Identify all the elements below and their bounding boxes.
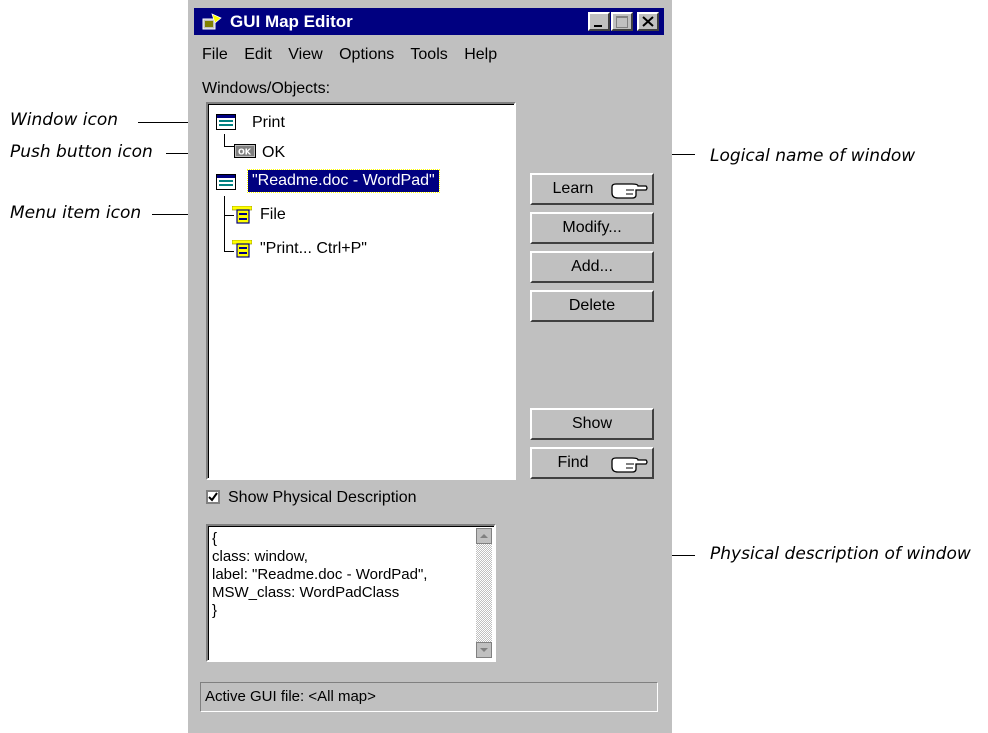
tree-item-file[interactable]: File [260,206,286,224]
windows-objects-label: Windows/Objects: [202,80,331,97]
objects-tree[interactable] [206,102,516,480]
vertical-scrollbar[interactable] [476,528,492,658]
menu-help[interactable]: Help [464,46,497,63]
show-physical-label[interactable]: Show Physical Description [228,489,417,507]
menu-view[interactable]: View [288,46,322,63]
tree-item-print[interactable]: Print [252,114,285,132]
tree-item-readme-selected[interactable]: "Readme.doc - WordPad" [247,169,440,193]
modify-button[interactable]: Modify... [530,212,654,244]
checkmark-icon [208,492,218,502]
tree-item-print-ctrl-p[interactable]: "Print... Ctrl+P" [260,240,367,258]
app-icon [202,13,222,30]
scroll-down-button[interactable] [476,642,492,658]
maximize-icon [616,16,628,28]
physical-line: MSW_class: WordPadClass [212,584,400,601]
menu-item-icon [232,240,252,258]
physical-line: { [212,530,218,547]
callout-physical-description: Physical description of window [710,544,971,564]
pointing-hand-icon [611,183,648,199]
menu-tools[interactable]: Tools [410,46,447,63]
window-icon [216,114,236,130]
tree-item-ok[interactable]: OK [262,144,285,162]
show-button[interactable]: Show [530,408,654,440]
minimize-icon [594,25,602,27]
close-icon [642,16,654,27]
scroll-up-button[interactable] [476,528,492,544]
pointing-hand-icon [611,457,648,473]
window-icon [216,174,236,190]
menu-edit[interactable]: Edit [244,46,272,63]
callout-logical-name: Logical name of window [710,146,916,166]
minimize-button[interactable] [588,12,610,31]
arrow-up-icon [480,534,488,538]
arrow-down-icon [480,648,488,652]
physical-line: class: window, [212,548,308,565]
show-physical-checkbox[interactable] [206,490,220,504]
maximize-button[interactable] [611,12,633,31]
find-label: Find [557,454,589,471]
gui-map-editor-window: GUI Map Editor File Edit View Options To… [188,0,672,733]
learn-button[interactable]: Learn [530,173,654,205]
find-button[interactable]: Find [530,447,654,479]
window-title: GUI Map Editor [230,12,353,31]
physical-line: } [212,602,218,619]
title-bar[interactable]: GUI Map Editor [194,8,664,35]
callout-push-button-icon: Push button icon [10,142,153,162]
menu-bar: File Edit View Options Tools Help [202,46,509,64]
physical-description-text: { class: window, label: "Readme.doc - Wo… [212,530,427,620]
add-button[interactable]: Add... [530,251,654,283]
menu-options[interactable]: Options [339,46,394,63]
callout-menu-item-icon: Menu item icon [10,203,142,223]
callout-window-icon: Window icon [10,110,119,130]
menu-file[interactable]: File [202,46,228,63]
learn-label: Learn [552,180,594,197]
physical-line: label: "Readme.doc - WordPad", [212,566,428,583]
delete-button[interactable]: Delete [530,290,654,322]
status-text: Active GUI file: <All map> [205,688,376,705]
tree-connector [224,134,225,146]
tree-connector [224,196,225,252]
tree-connector [224,146,234,147]
status-bar: Active GUI file: <All map> [200,682,658,712]
svg-text:OK: OK [238,148,252,157]
menu-item-icon [232,206,252,224]
close-button[interactable] [637,12,659,31]
push-button-icon: OK [234,144,256,158]
